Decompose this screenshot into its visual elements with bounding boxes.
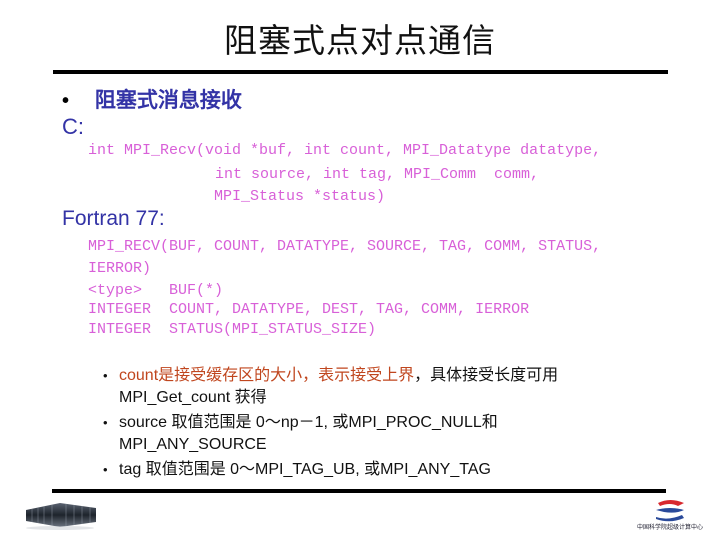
slide-title: 阻塞式点对点通信 xyxy=(224,21,496,60)
footer-divider xyxy=(52,489,666,493)
c-label: C: xyxy=(62,114,84,139)
institution-logo: 中国科学院超级计算中心 xyxy=(628,498,712,538)
c-code-line: int source, int tag, MPI_Comm comm, xyxy=(215,166,540,183)
note-item: • source 取值范围是 0～np－1, 或MPI_PROC_NULL和 M… xyxy=(103,412,643,456)
fortran-code-line: MPI_RECV(BUF, COUNT, DATATYPE, SOURCE, T… xyxy=(88,238,602,255)
logo-text: 中国科学院超级计算中心 xyxy=(636,525,703,531)
logo-mark-icon xyxy=(656,500,684,522)
c-code-line: int MPI_Recv(void *buf, int count, MPI_D… xyxy=(88,142,602,159)
fortran-code-line: INTEGER COUNT, DATATYPE, DEST, TAG, COMM… xyxy=(88,301,530,318)
bullet-icon: • xyxy=(103,368,108,383)
bullet-icon: • xyxy=(62,90,70,112)
fortran-code-line: IERROR) xyxy=(88,260,152,277)
heading-text: 阻塞式消息接收 xyxy=(94,89,242,112)
note-item: • tag 取值范围是 0～MPI_TAG_UB, 或MPI_ANY_TAG xyxy=(103,459,643,481)
section-heading: • 阻塞式消息接收 xyxy=(62,84,242,114)
c-code-line: MPI_Status *status) xyxy=(214,188,386,205)
supercomputer-racks-image xyxy=(26,503,96,530)
title-divider xyxy=(53,70,668,74)
fortran-code-line: INTEGER STATUS(MPI_STATUS_SIZE) xyxy=(88,321,377,338)
fortran-label: Fortran 77: xyxy=(62,207,165,230)
note-text: source 取值范围是 0～np－1, 或MPI_PROC_NULL和 MPI… xyxy=(119,414,498,453)
bullet-icon: • xyxy=(103,415,108,430)
notes-list: • count是接受缓存区的大小，表示接受上界，具体接受长度可用 MPI_Get… xyxy=(103,365,643,484)
note-text: tag 取值范围是 0～MPI_TAG_UB, 或MPI_ANY_TAG xyxy=(119,461,491,478)
bullet-icon: • xyxy=(103,462,108,477)
note-highlight: count是接受缓存区的大小，表示接受上界 xyxy=(119,367,415,384)
fortran-code-line: <type> BUF(*) xyxy=(88,282,224,299)
note-item: • count是接受缓存区的大小，表示接受上界，具体接受长度可用 MPI_Get… xyxy=(103,365,643,409)
